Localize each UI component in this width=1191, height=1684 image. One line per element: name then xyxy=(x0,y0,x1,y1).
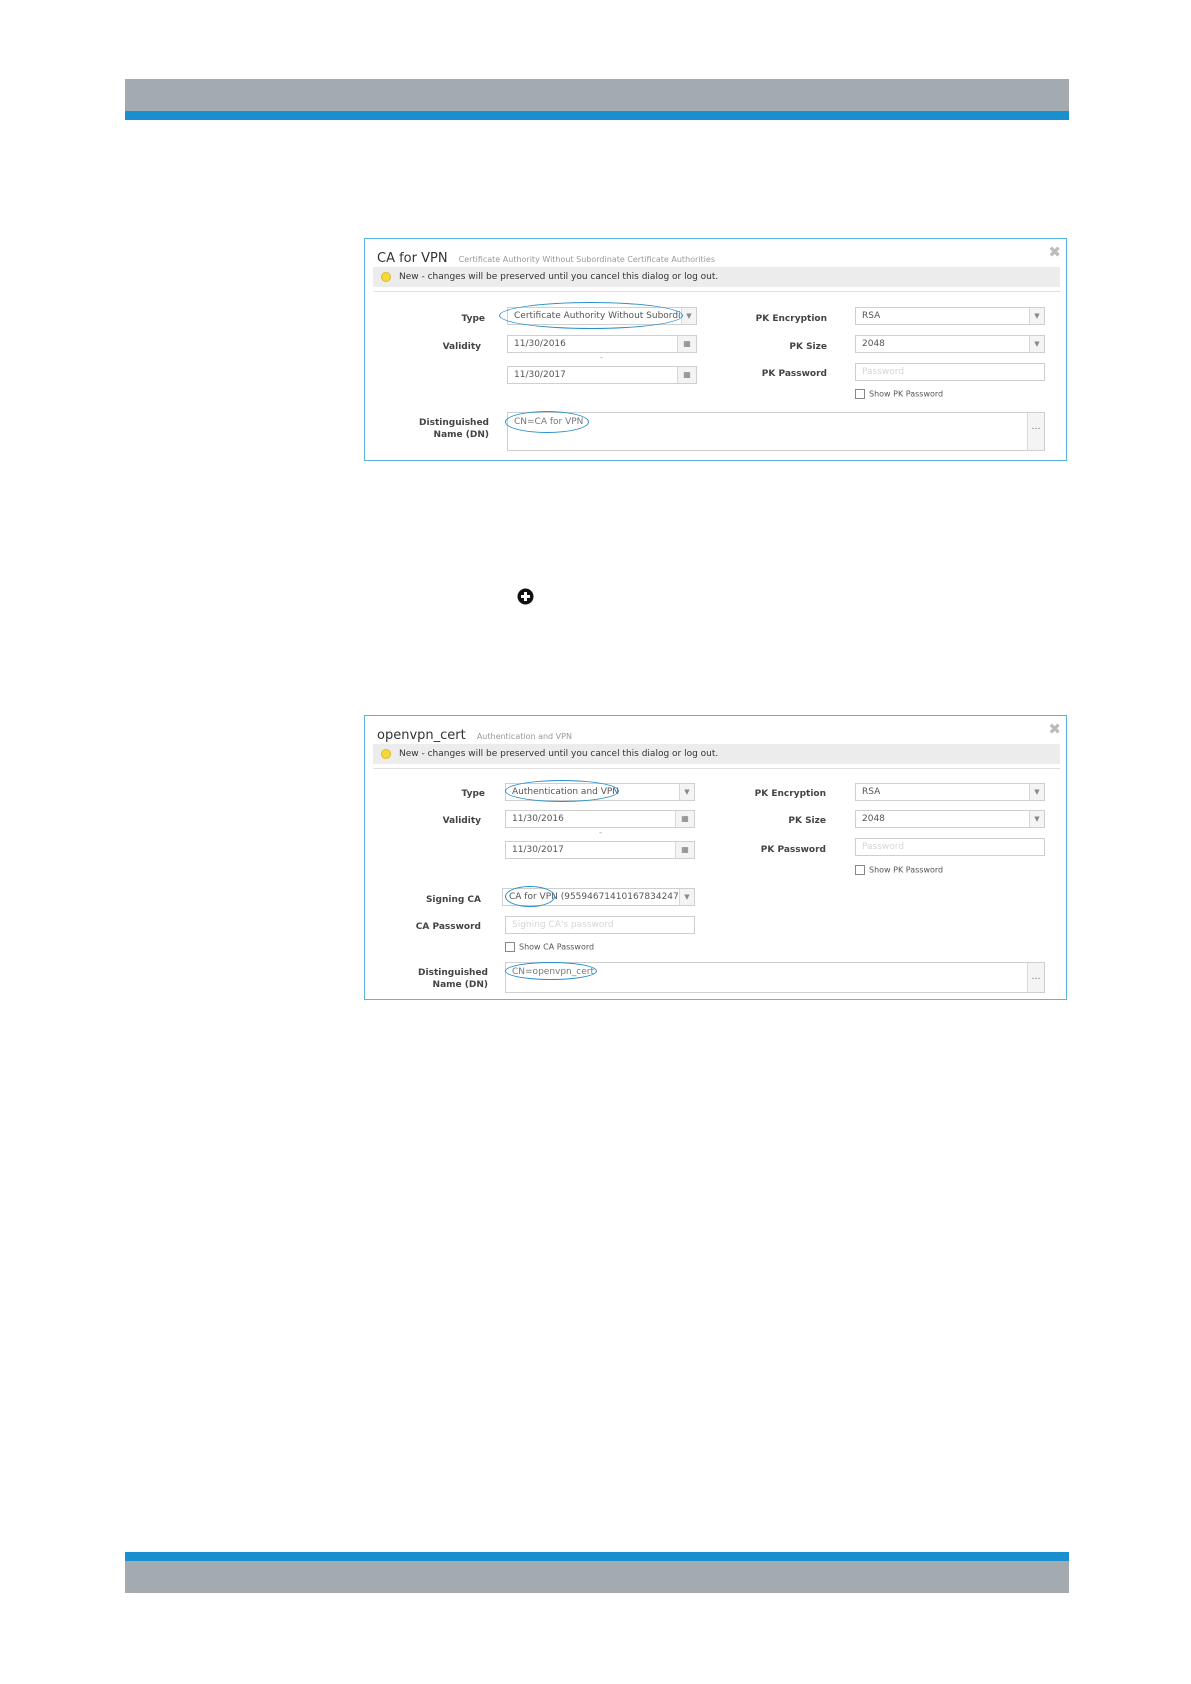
pk-size-value: 2048 xyxy=(862,339,885,349)
chevron-down-icon[interactable]: ▼ xyxy=(679,889,694,905)
calendar-icon[interactable]: ▦ xyxy=(675,811,694,827)
validity-from-value: 11/30/2016 xyxy=(514,339,566,349)
notice-text: New - changes will be preserved until yo… xyxy=(399,272,719,282)
dialog-title: openvpn_cert Authentication and VPN xyxy=(377,724,572,743)
validity-from-field[interactable]: 11/30/2016 ▦ xyxy=(505,810,695,828)
checkbox-box[interactable] xyxy=(855,389,865,399)
dn-value: CN=CA for VPN xyxy=(514,417,584,427)
pk-size-label: PK Size xyxy=(789,342,827,352)
type-label: Type xyxy=(461,314,485,324)
pk-size-label: PK Size xyxy=(788,816,826,826)
calendar-icon[interactable]: ▦ xyxy=(677,367,696,383)
signing-ca-label: Signing CA xyxy=(425,895,481,905)
chevron-down-icon[interactable]: ▼ xyxy=(1029,784,1044,800)
calendar-icon[interactable]: ▦ xyxy=(677,336,696,352)
lightbulb-icon xyxy=(381,749,391,759)
divider xyxy=(373,291,1060,292)
type-value: Certificate Authority Without Subordi... xyxy=(514,311,690,321)
dn-label-line1: Distinguished xyxy=(418,968,488,978)
pk-password-label: PK Password xyxy=(761,369,827,379)
more-icon[interactable]: … xyxy=(1027,413,1044,450)
type-select[interactable]: Certificate Authority Without Subordi...… xyxy=(507,307,697,325)
dn-value: CN=openvpn_cert xyxy=(512,967,594,977)
pk-encryption-label: PK Encryption xyxy=(754,789,826,799)
validity-to-field[interactable]: 11/30/2017 ▦ xyxy=(507,366,697,384)
pk-password-label: PK Password xyxy=(760,845,826,855)
checkbox-box[interactable] xyxy=(855,865,865,875)
dn-label: Distinguished Name (DN) xyxy=(385,967,488,991)
plus-circle-icon xyxy=(517,588,534,605)
pk-password-input[interactable]: Password xyxy=(855,363,1045,381)
chevron-down-icon[interactable]: ▼ xyxy=(679,784,694,800)
dn-textarea[interactable]: CN=CA for VPN … xyxy=(507,412,1045,451)
page-header-band xyxy=(125,79,1069,120)
chevron-down-icon[interactable]: ▼ xyxy=(681,308,696,324)
more-icon[interactable]: … xyxy=(1027,963,1044,992)
range-separator: - xyxy=(599,828,602,837)
ca-password-label: CA Password xyxy=(415,922,481,932)
header-blue-rule xyxy=(125,111,1069,120)
dialog-name: openvpn_cert xyxy=(377,728,466,743)
notice-bar: New - changes will be preserved until yo… xyxy=(373,744,1060,764)
validity-from-field[interactable]: 11/30/2016 ▦ xyxy=(507,335,697,353)
validity-to-value: 11/30/2017 xyxy=(512,845,564,855)
dialog-type-description: Certificate Authority Without Subordinat… xyxy=(458,255,715,264)
range-separator: - xyxy=(600,353,603,362)
show-pk-password-checkbox[interactable]: Show PK Password xyxy=(855,389,943,400)
dialog-name: CA for VPN xyxy=(377,251,448,266)
pk-size-value: 2048 xyxy=(862,814,885,824)
dn-label-line1: Distinguished xyxy=(419,418,489,428)
type-value: Authentication and VPN xyxy=(512,787,620,797)
dialog-title: CA for VPN Certificate Authority Without… xyxy=(377,247,715,266)
show-pk-password-checkbox[interactable]: Show PK Password xyxy=(855,865,943,876)
lightbulb-icon xyxy=(381,272,391,282)
type-select[interactable]: Authentication and VPN ▼ xyxy=(505,783,695,801)
notice-bar: New - changes will be preserved until yo… xyxy=(373,267,1060,287)
chevron-down-icon[interactable]: ▼ xyxy=(1029,336,1044,352)
validity-to-value: 11/30/2017 xyxy=(514,370,566,380)
show-pk-password-label: Show PK Password xyxy=(869,389,944,399)
pk-size-select[interactable]: 2048 ▼ xyxy=(855,810,1045,828)
signing-ca-value: CA for VPN (9559467141016783424728... xyxy=(509,892,695,902)
validity-to-field[interactable]: 11/30/2017 ▦ xyxy=(505,841,695,859)
divider xyxy=(373,768,1060,769)
ca-password-input[interactable]: Signing CA's password xyxy=(505,916,695,934)
close-icon[interactable]: ✖ xyxy=(1048,243,1061,261)
dn-label: Distinguished Name (DN) xyxy=(385,417,489,441)
dn-textarea[interactable]: CN=openvpn_cert … xyxy=(505,962,1045,993)
pk-size-select[interactable]: 2048 ▼ xyxy=(855,335,1045,353)
validity-label: Validity xyxy=(442,342,481,352)
pk-encryption-label: PK Encryption xyxy=(755,314,827,324)
cert-dialog: openvpn_cert Authentication and VPN ✖ Ne… xyxy=(364,715,1067,1000)
footer-blue-rule xyxy=(125,1552,1069,1561)
dn-label-line2: Name (DN) xyxy=(433,430,489,440)
chevron-down-icon[interactable]: ▼ xyxy=(1029,811,1044,827)
header-grey-bar xyxy=(125,79,1069,111)
dialog-type-description: Authentication and VPN xyxy=(476,732,572,741)
pk-password-input[interactable]: Password xyxy=(855,838,1045,856)
pk-encryption-value: RSA xyxy=(862,787,881,797)
signing-ca-select[interactable]: CA for VPN (9559467141016783424728... ▼ xyxy=(502,888,695,906)
dn-label-line2: Name (DN) xyxy=(432,980,488,990)
pk-encryption-select[interactable]: RSA ▼ xyxy=(855,783,1045,801)
chevron-down-icon[interactable]: ▼ xyxy=(1029,308,1044,324)
validity-from-value: 11/30/2016 xyxy=(512,814,564,824)
type-label: Type xyxy=(461,789,485,799)
validity-label: Validity xyxy=(442,816,481,826)
pk-encryption-value: RSA xyxy=(862,311,881,321)
page-footer-band xyxy=(125,1552,1069,1593)
close-icon[interactable]: ✖ xyxy=(1048,720,1061,738)
pk-encryption-select[interactable]: RSA ▼ xyxy=(855,307,1045,325)
ca-dialog: CA for VPN Certificate Authority Without… xyxy=(364,238,1067,461)
show-ca-password-checkbox[interactable]: Show CA Password xyxy=(505,942,594,953)
notice-text: New - changes will be preserved until yo… xyxy=(399,749,719,759)
calendar-icon[interactable]: ▦ xyxy=(675,842,694,858)
show-ca-password-label: Show CA Password xyxy=(519,942,595,952)
show-pk-password-label: Show PK Password xyxy=(869,865,944,875)
footer-grey-bar xyxy=(125,1561,1069,1593)
checkbox-box[interactable] xyxy=(505,942,515,952)
